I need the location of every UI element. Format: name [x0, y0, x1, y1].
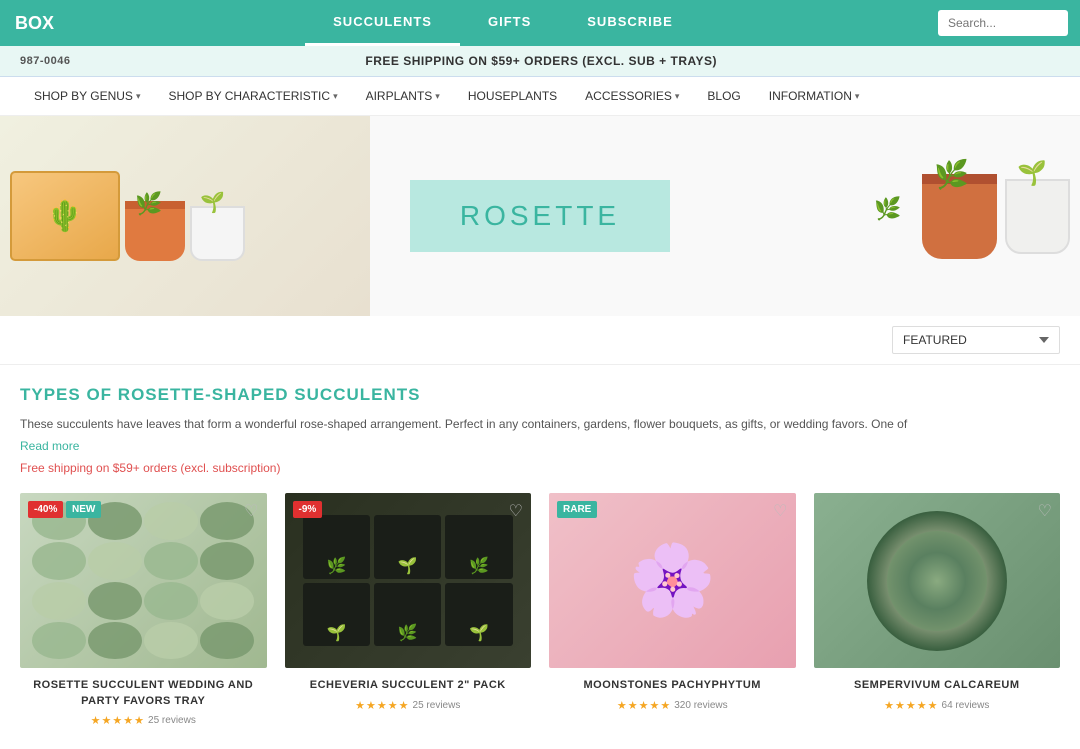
free-shipping-note: Free shipping on $59+ orders (excl. subs… [20, 461, 1060, 475]
hero-title-block: ROSETTE [410, 180, 670, 252]
moonstone-image: 🌸 [629, 540, 716, 622]
chevron-down-icon: ▾ [855, 91, 860, 102]
product-card-1[interactable]: -40% NEW ♡ ROSETTE SUCCULENT WEDDING AND… [20, 493, 267, 729]
product-name-4: SEMPERVIVUM CALCAREUM [814, 678, 1061, 693]
phone-number: 987-0046 [8, 55, 71, 67]
secondary-navigation: SHOP BY GENUS ▾ SHOP BY CHARACTERISTIC ▾… [0, 77, 1080, 116]
tab-subscribe[interactable]: SUBSCRIBE [559, 0, 701, 46]
product-image-1: -40% NEW ♡ [20, 493, 267, 668]
main-tab-bar: SUCCULENTS GIFTS SUBSCRIBE [80, 0, 926, 46]
main-content: TYPES OF ROSETTE-SHAPED SUCCULENTS These… [0, 365, 1080, 749]
chevron-down-icon: ▾ [675, 91, 680, 102]
sempervivum-image [867, 511, 1007, 651]
wishlist-button-2[interactable]: ♡ [509, 501, 523, 521]
product-name-2: ECHEVERIA SUCCULENT 2" PACK [285, 678, 532, 693]
read-more-link[interactable]: Read more [20, 439, 79, 453]
succulent-grid-image [32, 502, 254, 660]
sort-select[interactable]: FEATURED PRICE: LOW TO HIGH PRICE: HIGH … [892, 326, 1060, 354]
product-name-1: ROSETTE SUCCULENT WEDDING AND PARTY FAVO… [20, 678, 267, 709]
nav-information[interactable]: INFORMATION ▾ [755, 77, 874, 115]
discount-badge: -40% [28, 501, 63, 518]
product-stars-4: ★ ★ ★ ★ ★ 64 reviews [814, 699, 1061, 712]
chevron-down-icon: ▾ [136, 91, 141, 102]
review-count-4: 64 reviews [942, 700, 990, 711]
white-pot [190, 206, 245, 261]
product-image-3: 🌸 RARE ♡ [549, 493, 796, 668]
search-input[interactable] [938, 10, 1068, 36]
top-navigation: BOX SUCCULENTS GIFTS SUBSCRIBE [0, 0, 1080, 46]
product-stars-3: ★ ★ ★ ★ ★ 320 reviews [549, 699, 796, 712]
review-count-2: 25 reviews [413, 700, 461, 711]
nav-houseplants[interactable]: HOUSEPLANTS [454, 77, 571, 115]
product-card-2[interactable]: 🌿 🌱 🌿 🌱 🌿 🌱 -9% ♡ ECHEVERIA SUCCULENT 2"… [285, 493, 532, 729]
shipping-message: FREE SHIPPING ON $59+ ORDERS (EXCL. SUB … [365, 54, 717, 68]
nav-shop-by-characteristic[interactable]: SHOP BY CHARACTERISTIC ▾ [154, 77, 351, 115]
product-card-3[interactable]: 🌸 RARE ♡ MOONSTONES PACHYPHYTUM ★ ★ ★ ★ … [549, 493, 796, 729]
chevron-down-icon: ▾ [333, 91, 338, 102]
nav-blog[interactable]: BLOG [693, 77, 754, 115]
review-count-3: 320 reviews [674, 700, 727, 711]
wishlist-button-4[interactable]: ♡ [1038, 501, 1052, 521]
site-logo[interactable]: BOX [0, 3, 80, 44]
hero-title: ROSETTE [460, 200, 620, 232]
section-title: TYPES OF ROSETTE-SHAPED SUCCULENTS [20, 385, 1060, 405]
tab-succulents[interactable]: SUCCULENTS [305, 0, 460, 46]
tab-gifts[interactable]: GIFTS [460, 0, 559, 46]
review-count-1: 25 reviews [148, 715, 196, 726]
product-image-4: ♡ [814, 493, 1061, 668]
section-description: These succulents have leaves that form a… [20, 415, 1060, 434]
nav-airplants[interactable]: AIRPLANTS ▾ [352, 77, 454, 115]
search-area [926, 2, 1080, 44]
small-plant-decor [874, 196, 914, 236]
wishlist-button[interactable]: ♡ [244, 501, 258, 521]
rare-badge: RARE [557, 501, 597, 518]
hero-white-pot [1005, 179, 1070, 254]
nav-accessories[interactable]: ACCESSORIES ▾ [571, 77, 693, 115]
orange-pot [125, 201, 185, 261]
chevron-down-icon: ▾ [435, 91, 440, 102]
product-image-2: 🌿 🌱 🌿 🌱 🌿 🌱 -9% ♡ [285, 493, 532, 668]
new-badge: NEW [66, 501, 101, 518]
wishlist-button-3[interactable]: ♡ [773, 501, 787, 521]
products-grid: -40% NEW ♡ ROSETTE SUCCULENT WEDDING AND… [20, 493, 1060, 729]
product-card-4[interactable]: ♡ SEMPERVIVUM CALCAREUM ★ ★ ★ ★ ★ 64 rev… [814, 493, 1061, 729]
hero-orange-pot [922, 174, 997, 259]
discount-badge-2: -9% [293, 501, 323, 518]
hero-left-image [0, 116, 370, 316]
product-stars-1: ★ ★ ★ ★ ★ 25 reviews [20, 714, 267, 727]
echeveria-pack-image: 🌿 🌱 🌿 🌱 🌿 🌱 [303, 515, 513, 646]
nav-shop-by-genus[interactable]: SHOP BY GENUS ▾ [20, 77, 154, 115]
hero-banner: ROSETTE [0, 116, 1080, 316]
product-name-3: MOONSTONES PACHYPHYTUM [549, 678, 796, 693]
succulent-box [10, 171, 120, 261]
product-stars-2: ★ ★ ★ ★ ★ 25 reviews [285, 699, 532, 712]
product-box-illustration [10, 171, 245, 261]
shipping-bar: 987-0046 FREE SHIPPING ON $59+ ORDERS (E… [0, 46, 1080, 77]
sort-bar: FEATURED PRICE: LOW TO HIGH PRICE: HIGH … [0, 316, 1080, 365]
hero-right-image [710, 116, 1080, 316]
